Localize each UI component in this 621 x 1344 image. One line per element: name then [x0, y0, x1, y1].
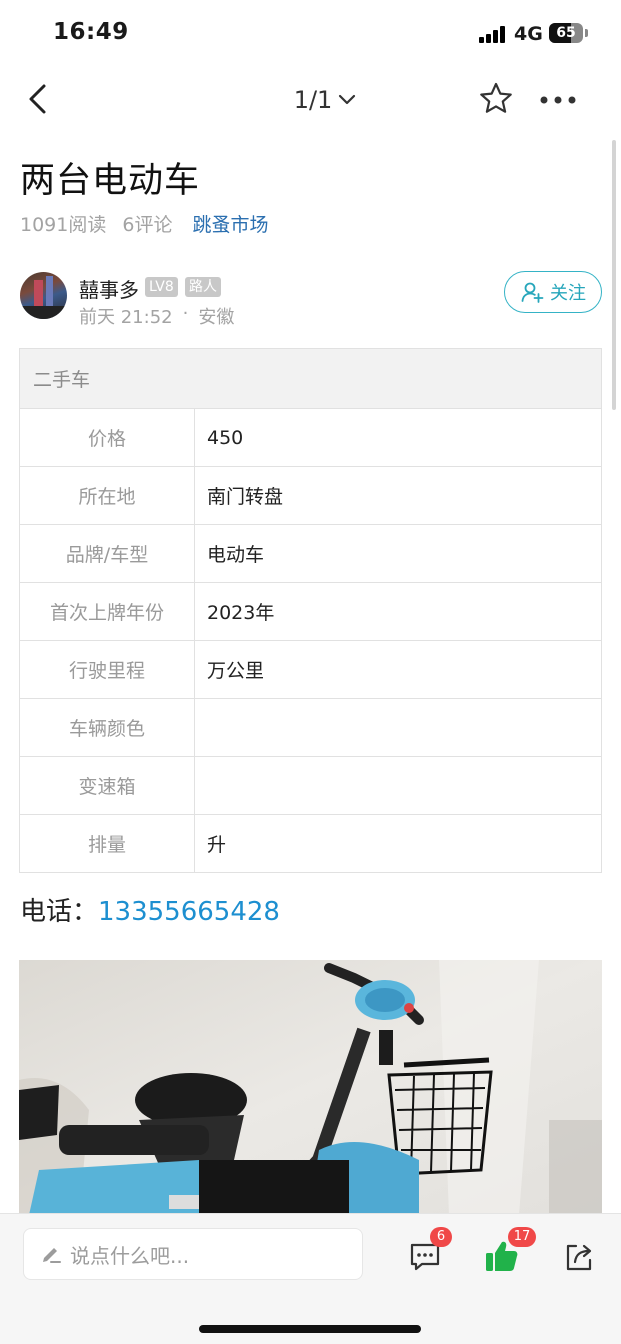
post-meta: 1091阅读 6评论 跳蚤市场 [20, 210, 268, 237]
table-row: 首次上牌年份 2023年 [19, 582, 602, 641]
home-indicator [199, 1325, 421, 1333]
table-row: 价格 450 [19, 408, 602, 467]
contact-row: 电话：13355665428 [20, 891, 280, 928]
spec-key: 品牌/车型 [19, 524, 195, 583]
favorite-button[interactable] [478, 81, 514, 117]
status-time: 16:49 [53, 19, 129, 45]
read-count: 1091阅读 [20, 214, 107, 236]
status-bar: 16:49 4G 65 [0, 0, 621, 68]
separator-dot: · [182, 303, 189, 324]
phone-label: 电话： [20, 897, 99, 927]
post-time-location: 前天 21:52 · 安徽 [79, 303, 234, 329]
spec-key: 排量 [19, 814, 195, 873]
nav-bar: 1/1 [0, 68, 621, 132]
share-button[interactable] [562, 1236, 602, 1276]
page-selector[interactable]: 1/1 [280, 84, 370, 116]
add-user-icon [521, 282, 544, 303]
like-button[interactable]: 17 [484, 1227, 536, 1276]
edit-pen-icon [43, 1248, 61, 1263]
scooter-photo [19, 960, 602, 1215]
spec-key: 价格 [19, 408, 195, 467]
follow-label: 关注 [550, 283, 586, 304]
battery-level: 65 [556, 25, 576, 41]
share-icon [566, 1244, 592, 1271]
battery-icon: 65 [549, 23, 583, 43]
post-image[interactable] [19, 960, 602, 1215]
chevron-down-icon [339, 94, 356, 105]
spec-key: 所在地 [19, 466, 195, 525]
table-row: 排量 升 [19, 814, 602, 873]
post-title: 两台电动车 [20, 161, 201, 201]
table-row: 变速箱 [19, 756, 602, 815]
spec-value: 万公里 [194, 640, 602, 699]
table-header: 二手车 [19, 348, 602, 409]
follow-button[interactable]: 关注 [504, 271, 602, 313]
table-header-row: 二手车 [19, 348, 602, 409]
avatar[interactable] [20, 272, 67, 319]
role-badge: 路人 [185, 277, 221, 297]
post-time: 前天 21:52 [79, 307, 173, 328]
back-button[interactable] [22, 82, 56, 116]
star-icon [480, 82, 512, 113]
spec-value: 南门转盘 [194, 466, 602, 525]
chevron-left-icon [29, 84, 46, 114]
more-dots-icon [540, 96, 576, 104]
table-row: 所在地 南门转盘 [19, 466, 602, 525]
comment-input[interactable]: 说点什么吧... [23, 1228, 363, 1280]
level-badge: LV8 [145, 277, 178, 297]
comment-count-badge: 6 [430, 1227, 452, 1247]
signal-icon [479, 26, 505, 43]
spec-value: 电动车 [194, 524, 602, 583]
spec-table: 二手车 价格 450 所在地 南门转盘 品牌/车型 电动车 首次上牌年份 202… [19, 348, 602, 873]
spec-value [194, 756, 602, 815]
spec-key: 变速箱 [19, 756, 195, 815]
author-name[interactable]: 囍事多 [79, 274, 139, 303]
table-row: 车辆颜色 [19, 698, 602, 757]
comment-count-text: 6评论 [122, 214, 173, 236]
spec-value [194, 698, 602, 757]
spec-value: 450 [194, 408, 602, 467]
more-button[interactable] [538, 88, 578, 112]
pager-label: 1/1 [293, 86, 333, 114]
spec-value: 升 [194, 814, 602, 873]
spec-key: 首次上牌年份 [19, 582, 195, 641]
spec-value: 2023年 [194, 582, 602, 641]
post-location: 安徽 [198, 307, 235, 328]
comments-button[interactable]: 6 [408, 1227, 452, 1276]
comment-placeholder: 说点什么吧... [70, 1243, 190, 1268]
like-count-badge: 17 [508, 1227, 536, 1247]
battery-nub [585, 29, 588, 37]
table-row: 行驶里程 万公里 [19, 640, 602, 699]
phone-number-link[interactable]: 13355665428 [98, 897, 280, 927]
spec-key: 车辆颜色 [19, 698, 195, 757]
spec-key: 行驶里程 [19, 640, 195, 699]
network-type: 4G [514, 23, 543, 45]
scrollbar[interactable] [612, 140, 616, 410]
table-row: 品牌/车型 电动车 [19, 524, 602, 583]
category-link[interactable]: 跳蚤市场 [192, 210, 268, 237]
